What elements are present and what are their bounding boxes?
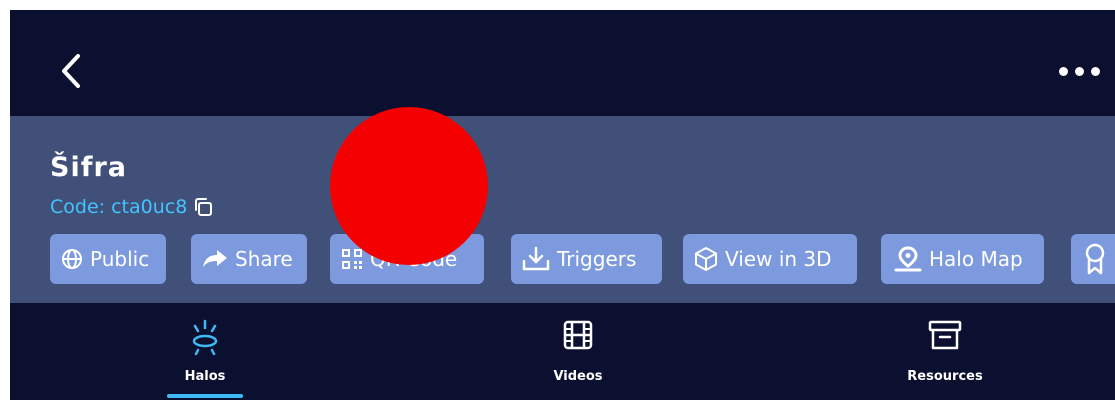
- more-options-button[interactable]: [1048, 62, 1108, 82]
- halo-code-row: Code: cta0uc8: [50, 194, 213, 220]
- halo-icon: [192, 319, 218, 356]
- halo-info-panel: Šifra Code: cta0uc8 Public Share Trigger…: [10, 116, 1115, 303]
- share-arrow-icon: [203, 250, 227, 267]
- tab-videos-label: Videos: [553, 369, 603, 384]
- share-button[interactable]: Share: [191, 234, 307, 284]
- award-button[interactable]: [1071, 234, 1115, 284]
- top-navigation-bar: [10, 10, 1115, 116]
- tab-halos-label: Halos: [184, 369, 226, 384]
- share-label: Share: [235, 247, 293, 271]
- active-tab-indicator: [167, 394, 243, 398]
- archive-box-icon: [928, 320, 962, 350]
- halo-title: Šifra: [50, 152, 127, 183]
- more-horizontal-icon: [1091, 67, 1100, 76]
- halo-map-label: Halo Map: [929, 247, 1023, 271]
- more-horizontal-icon: [1059, 67, 1068, 76]
- triggers-label: Triggers: [557, 247, 637, 271]
- action-pills: Public Share Triggers View in 3D Halo Ma…: [50, 234, 1115, 284]
- triggers-button[interactable]: Triggers: [511, 234, 662, 284]
- qr-code-icon: [342, 249, 362, 269]
- halo-map-button[interactable]: Halo Map: [881, 234, 1044, 284]
- redaction-mark: [330, 107, 488, 265]
- copy-icon[interactable]: [193, 197, 213, 217]
- back-button[interactable]: [50, 46, 90, 96]
- download-icon: [522, 246, 550, 271]
- public-label: Public: [90, 247, 150, 271]
- public-button[interactable]: Public: [50, 234, 166, 284]
- app-screen: Šifra Code: cta0uc8 Public Share Trigger…: [10, 10, 1115, 400]
- more-horizontal-icon: [1075, 67, 1084, 76]
- cube-icon: [695, 247, 717, 271]
- view-in-3d-button[interactable]: View in 3D: [683, 234, 857, 284]
- film-icon: [563, 320, 593, 350]
- chevron-left-icon: [62, 54, 80, 88]
- tab-resources-label: Resources: [907, 369, 983, 384]
- map-pin-icon: [894, 246, 922, 272]
- award-icon: [1085, 243, 1105, 275]
- view-in-3d-label: View in 3D: [725, 247, 832, 271]
- halo-code: Code: cta0uc8: [50, 196, 188, 218]
- tab-halos[interactable]: Halos: [140, 303, 270, 400]
- bottom-tab-bar: Halos Videos Resources: [10, 303, 1115, 400]
- tab-resources[interactable]: Resources: [880, 303, 1010, 400]
- tab-videos[interactable]: Videos: [513, 303, 643, 400]
- globe-icon: [62, 249, 82, 269]
